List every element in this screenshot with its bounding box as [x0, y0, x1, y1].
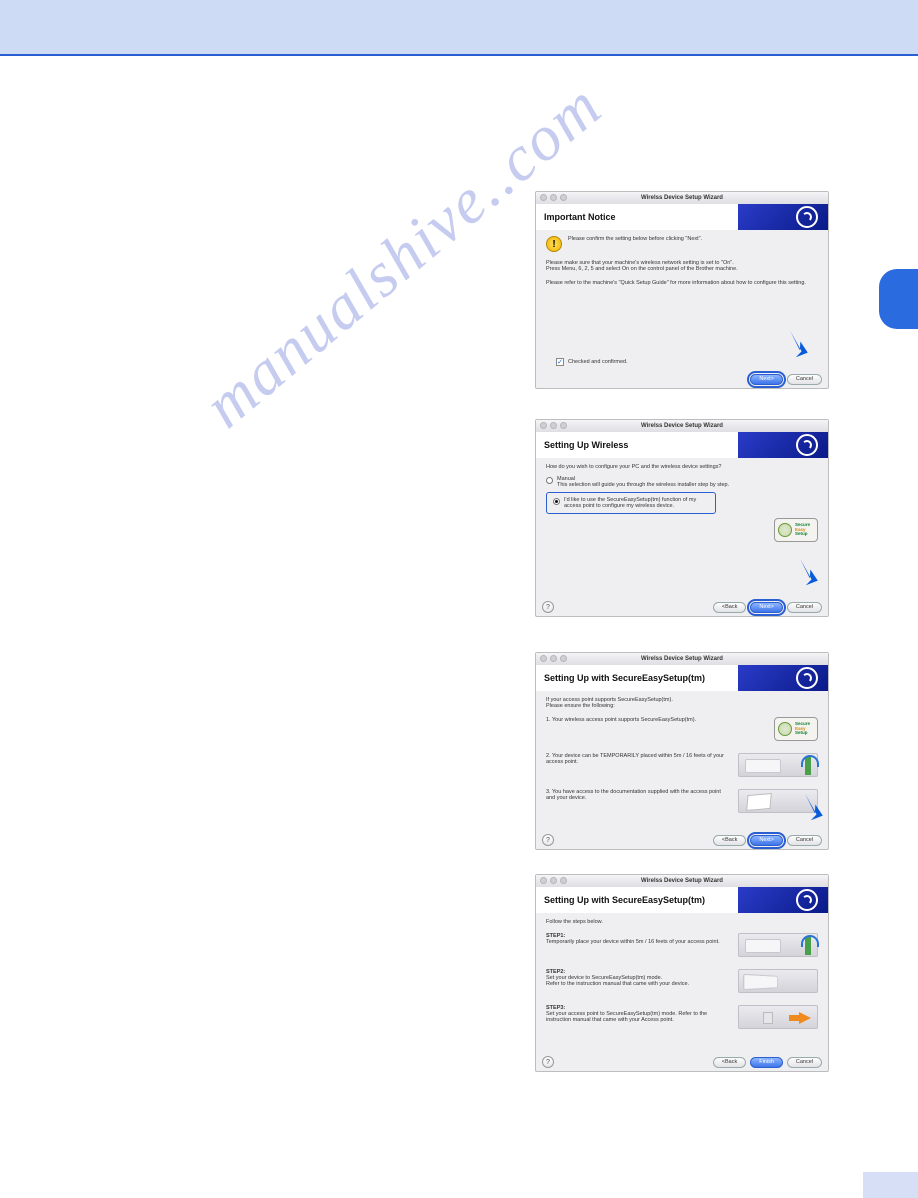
wireless-swirl-graphic: [738, 887, 828, 913]
wizard-header: Setting Up with SecureEasySetup(tm): [536, 887, 828, 913]
secure-easy-setup-badge: SecureEasySetup: [774, 717, 818, 741]
ses-circle-icon: [778, 523, 792, 537]
wizard-ses-steps: Wirelss Device Setup Wizard Setting Up w…: [535, 874, 829, 1072]
wireless-swirl-graphic: [738, 204, 828, 230]
window-title: Wirelss Device Setup Wizard: [641, 423, 723, 429]
confirm-text: Please confirm the setting below before …: [568, 236, 702, 242]
cancel-button[interactable]: Cancel: [787, 1057, 822, 1068]
wizard-setting-up-wireless: Wirelss Device Setup Wizard Setting Up W…: [535, 419, 829, 617]
window-titlebar: Wirelss Device Setup Wizard: [536, 653, 828, 665]
window-traffic-lights[interactable]: [540, 877, 567, 884]
follow-steps-text: Follow the steps below.: [546, 919, 818, 925]
next-button[interactable]: Next>: [750, 602, 783, 613]
radio-manual[interactable]: [546, 477, 553, 484]
page-number-box: [863, 1172, 918, 1198]
finish-button[interactable]: Finish: [750, 1057, 783, 1068]
window-traffic-lights[interactable]: [540, 655, 567, 662]
window-title: Wirelss Device Setup Wizard: [641, 195, 723, 201]
intro-text: If your access point supports SecureEasy…: [546, 697, 818, 709]
question-text: How do you wish to configure your PC and…: [546, 464, 818, 470]
window-traffic-lights[interactable]: [540, 194, 567, 201]
window-titlebar: Wirelss Device Setup Wizard: [536, 420, 828, 432]
cancel-button[interactable]: Cancel: [787, 374, 822, 385]
step2-text: Set your device to SecureEasySetup(tm) m…: [546, 975, 730, 987]
wizard-header: Setting Up Wireless: [536, 432, 828, 458]
wizard-body: Follow the steps below. STEP1: Temporari…: [536, 913, 828, 1053]
step3-illustration: [738, 1005, 818, 1029]
page-content: manualshive..com Wirelss Device Setup Wi…: [0, 56, 918, 1188]
back-button[interactable]: <Back: [713, 602, 746, 613]
wireless-swirl-graphic: [738, 432, 828, 458]
cancel-button[interactable]: Cancel: [787, 835, 822, 846]
placement-illustration: [738, 753, 818, 777]
wizard-footer: Next> Cancel: [536, 370, 828, 388]
req-1: 1. Your wireless access point supports S…: [546, 717, 766, 723]
cancel-button[interactable]: Cancel: [787, 602, 822, 613]
wizard-heading: Setting Up Wireless: [536, 432, 738, 458]
side-tab: [879, 269, 918, 329]
wizard-heading: Setting Up with SecureEasySetup(tm): [536, 665, 738, 691]
wizard-body: How do you wish to configure your PC and…: [536, 458, 828, 598]
checked-confirmed-label: Checked and confirmed.: [568, 359, 628, 365]
wizard-footer: ? <Back Next> Cancel: [536, 831, 828, 849]
window-traffic-lights[interactable]: [540, 422, 567, 429]
option-ses[interactable]: I'd like to use the SecureEasySetup(tm) …: [546, 492, 716, 514]
step1-illustration: [738, 933, 818, 957]
window-titlebar: Wirelss Device Setup Wizard: [536, 875, 828, 887]
wizard-heading: Setting Up with SecureEasySetup(tm): [536, 887, 738, 913]
option-ses-label: I'd like to use the SecureEasySetup(tm) …: [564, 497, 709, 509]
secure-easy-setup-badge: SecureEasySetup: [774, 518, 818, 542]
option-manual-sub: This selection will guide you through th…: [557, 482, 729, 488]
push-arrow-icon: [789, 1012, 811, 1024]
next-button[interactable]: Next>: [750, 835, 783, 846]
wizard-footer: ? <Back Finish Cancel: [536, 1053, 828, 1071]
step3-text: Set your access point to SecureEasySetup…: [546, 1011, 730, 1023]
setup-instruction-1: Please make sure that your machine's wir…: [546, 260, 818, 272]
ses-circle-icon: [778, 722, 792, 736]
alert-icon: !: [546, 236, 562, 252]
help-button[interactable]: ?: [542, 834, 554, 846]
checked-confirmed-checkbox[interactable]: ✓: [556, 358, 564, 366]
step2-illustration: [738, 969, 818, 993]
back-button[interactable]: <Back: [713, 1057, 746, 1068]
next-button[interactable]: Next>: [750, 374, 783, 385]
req-3: 3. You have access to the documentation …: [546, 789, 730, 801]
req-2: 2. Your device can be TEMPORARILY placed…: [546, 753, 730, 765]
window-title: Wirelss Device Setup Wizard: [641, 656, 723, 662]
wizard-body: If your access point supports SecureEasy…: [536, 691, 828, 831]
wizard-heading: Important Notice: [536, 204, 738, 230]
step1-text: Temporarily place your device within 5m …: [546, 939, 730, 945]
setup-instruction-2: Please refer to the machine's "Quick Set…: [546, 280, 818, 286]
checked-confirmed-row[interactable]: ✓ Checked and confirmed.: [556, 358, 628, 366]
wizard-header: Setting Up with SecureEasySetup(tm): [536, 665, 828, 691]
wizard-header: Important Notice: [536, 204, 828, 230]
window-titlebar: Wirelss Device Setup Wizard: [536, 192, 828, 204]
help-button[interactable]: ?: [542, 1056, 554, 1068]
back-button[interactable]: <Back: [713, 835, 746, 846]
wizard-footer: ? <Back Next> Cancel: [536, 598, 828, 616]
window-title: Wirelss Device Setup Wizard: [641, 878, 723, 884]
option-manual[interactable]: Manual This selection will guide you thr…: [546, 476, 818, 488]
wireless-swirl-graphic: [738, 665, 828, 691]
top-banner: [0, 0, 918, 56]
wizard-ses-requirements: Wirelss Device Setup Wizard Setting Up w…: [535, 652, 829, 850]
help-button[interactable]: ?: [542, 601, 554, 613]
radio-ses[interactable]: [553, 498, 560, 505]
